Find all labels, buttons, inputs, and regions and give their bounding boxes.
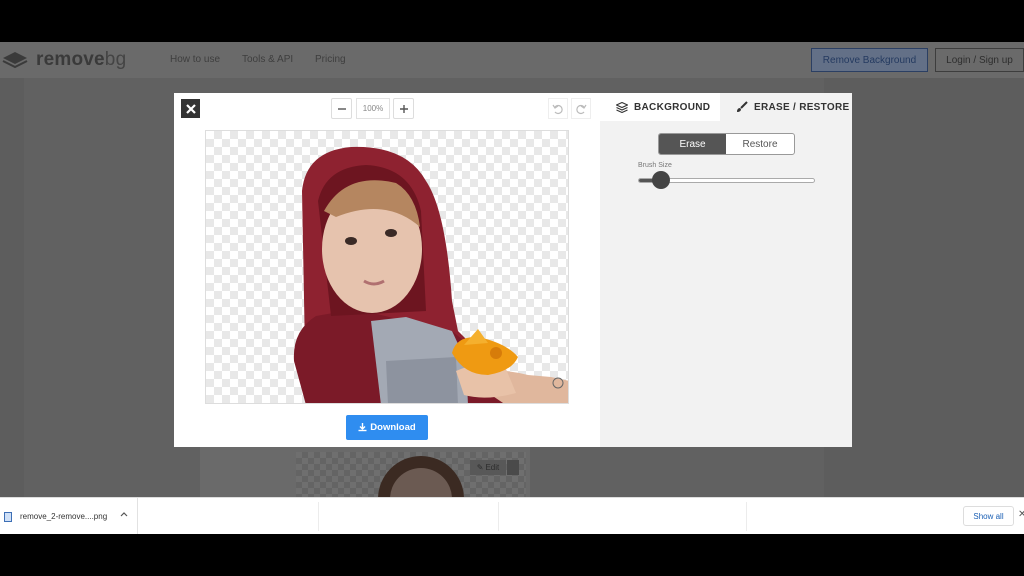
zoom-level: 100% xyxy=(356,98,390,119)
editor-modal: 100% Download BACKGROUND ERASE / RESTORE… xyxy=(174,93,852,447)
result-preview-card: ✎ Edit xyxy=(200,446,530,497)
tab-background[interactable]: BACKGROUND xyxy=(600,93,720,121)
nav-how-to-use[interactable]: How to use xyxy=(170,54,220,65)
cutout-image xyxy=(293,146,568,403)
editor-side-panel: BACKGROUND ERASE / RESTORE Erase Restore… xyxy=(600,93,852,447)
image-canvas[interactable] xyxy=(205,130,569,404)
close-shelf-icon[interactable]: ✕ xyxy=(1018,509,1024,520)
zoom-out-button[interactable] xyxy=(331,98,352,119)
close-button[interactable] xyxy=(181,99,200,118)
shelf-divider xyxy=(498,502,499,531)
download-item[interactable]: remove_2-remove....png xyxy=(0,498,138,535)
tab-erase-restore-label: ERASE / RESTORE xyxy=(754,101,850,113)
plus-icon xyxy=(399,104,408,113)
logo-layers-icon xyxy=(2,52,28,69)
tab-background-label: BACKGROUND xyxy=(634,101,711,113)
shelf-divider xyxy=(746,502,747,531)
file-icon xyxy=(4,512,12,522)
restore-mode-button[interactable]: Restore xyxy=(726,134,794,154)
logo-text: removebg xyxy=(36,49,126,71)
logo-text-light: bg xyxy=(104,49,127,70)
logo-text-bold: remove xyxy=(36,49,105,70)
minus-icon xyxy=(337,107,346,110)
shelf-divider xyxy=(318,502,319,531)
edit-button[interactable]: ✎ Edit xyxy=(470,460,506,475)
nav-pricing[interactable]: Pricing xyxy=(315,54,346,65)
download-shelf: remove_2-remove....png Show all ✕ xyxy=(0,497,1024,535)
pencil-icon: ✎ xyxy=(476,463,484,472)
download-file-name: remove_2-remove....png xyxy=(20,512,108,521)
brush-icon xyxy=(737,101,748,112)
download-button[interactable]: Download xyxy=(346,415,428,440)
edit-button-label: Edit xyxy=(485,463,500,472)
edit-dropdown-button[interactable] xyxy=(507,460,519,475)
erase-restore-toggle: Erase Restore xyxy=(658,133,795,155)
letterbox-bottom xyxy=(0,534,1024,576)
brush-size-label: Brush Size xyxy=(638,162,672,169)
undo-button[interactable] xyxy=(548,98,568,119)
zoom-in-button[interactable] xyxy=(393,98,414,119)
close-icon xyxy=(185,103,196,114)
redo-button[interactable] xyxy=(571,98,591,119)
show-all-button[interactable]: Show all xyxy=(963,506,1014,526)
tab-erase-restore[interactable]: ERASE / RESTORE xyxy=(720,93,852,121)
download-button-label: Download xyxy=(370,422,416,433)
remove-background-button[interactable]: Remove Background xyxy=(811,48,928,72)
site-header: removebg How to use Tools & API Pricing … xyxy=(0,42,1024,78)
brush-size-handle[interactable] xyxy=(652,171,670,189)
undo-icon xyxy=(552,104,563,114)
redo-icon xyxy=(576,104,587,114)
screen: removebg How to use Tools & API Pricing … xyxy=(0,0,1024,576)
letterbox-top xyxy=(0,0,1024,42)
layers-icon xyxy=(616,101,628,113)
site-logo[interactable]: removebg xyxy=(2,48,126,72)
login-signup-button[interactable]: Login / Sign up xyxy=(935,48,1024,72)
download-icon xyxy=(358,423,367,432)
nav-tools-api[interactable]: Tools & API xyxy=(242,54,293,65)
chevron-up-icon[interactable] xyxy=(120,510,128,519)
erase-mode-button[interactable]: Erase xyxy=(659,134,726,154)
